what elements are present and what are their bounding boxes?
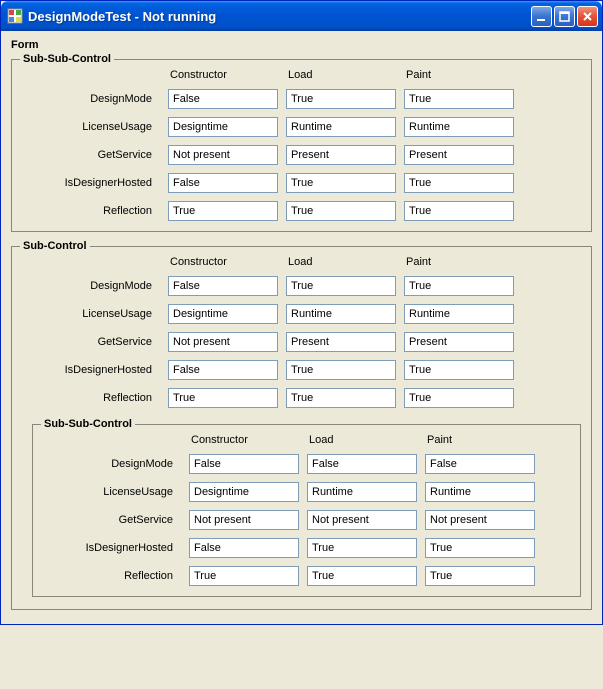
cell-input[interactable] [404, 145, 514, 165]
row-isdesignerhosted: IsDesignerHosted [41, 542, 181, 554]
cell-input[interactable] [425, 482, 535, 502]
cell-input[interactable] [286, 360, 396, 380]
window-title: DesignModeTest - Not running [28, 9, 531, 24]
group-title: Sub-Control [20, 240, 90, 252]
cell-input[interactable] [404, 89, 514, 109]
col-paint: Paint [425, 434, 535, 446]
cell-input[interactable] [404, 173, 514, 193]
cell-input[interactable] [404, 304, 514, 324]
row-reflection: Reflection [20, 205, 160, 217]
cell-input[interactable] [189, 566, 299, 586]
cell-input[interactable] [168, 145, 278, 165]
group-sub-control: Sub-Control Constructor Load Paint Desig… [11, 240, 592, 610]
cell-input[interactable] [286, 388, 396, 408]
cell-input[interactable] [189, 482, 299, 502]
window-buttons [531, 6, 598, 27]
row-isdesignerhosted: IsDesignerHosted [20, 177, 160, 189]
group-title: Sub-Sub-Control [20, 53, 114, 65]
col-load: Load [286, 256, 396, 268]
titlebar[interactable]: DesignModeTest - Not running [1, 1, 602, 31]
cell-input[interactable] [286, 201, 396, 221]
grid: Constructor Load Paint DesignMode Licens… [20, 256, 583, 408]
cell-input[interactable] [286, 304, 396, 324]
row-licenseusage: LicenseUsage [20, 308, 160, 320]
row-designmode: DesignMode [20, 93, 160, 105]
cell-input[interactable] [168, 304, 278, 324]
cell-input[interactable] [286, 89, 396, 109]
group-nested-sub-sub-control: Sub-Sub-Control Constructor Load Paint D… [32, 418, 581, 597]
cell-input[interactable] [307, 454, 417, 474]
cell-input[interactable] [286, 332, 396, 352]
cell-input[interactable] [404, 388, 514, 408]
cell-input[interactable] [189, 510, 299, 530]
cell-input[interactable] [189, 538, 299, 558]
cell-input[interactable] [189, 454, 299, 474]
cell-input[interactable] [168, 117, 278, 137]
cell-input[interactable] [425, 566, 535, 586]
row-reflection: Reflection [41, 570, 181, 582]
cell-input[interactable] [404, 332, 514, 352]
col-constructor: Constructor [168, 69, 278, 81]
cell-input[interactable] [404, 201, 514, 221]
row-isdesignerhosted: IsDesignerHosted [20, 364, 160, 376]
window-chrome: DesignModeTest - Not running Form Sub-Su… [0, 0, 603, 625]
cell-input[interactable] [168, 276, 278, 296]
maximize-button[interactable] [554, 6, 575, 27]
col-load: Load [307, 434, 417, 446]
cell-input[interactable] [404, 276, 514, 296]
group-title: Sub-Sub-Control [41, 418, 135, 430]
row-getservice: GetService [20, 149, 160, 161]
minimize-button[interactable] [531, 6, 552, 27]
app-icon [7, 8, 23, 24]
cell-input[interactable] [168, 89, 278, 109]
cell-input[interactable] [168, 360, 278, 380]
col-constructor: Constructor [189, 434, 299, 446]
cell-input[interactable] [425, 510, 535, 530]
cell-input[interactable] [307, 566, 417, 586]
row-reflection: Reflection [20, 392, 160, 404]
cell-input[interactable] [168, 388, 278, 408]
row-licenseusage: LicenseUsage [41, 486, 181, 498]
grid: Constructor Load Paint DesignMode Licens… [20, 69, 583, 221]
cell-input[interactable] [425, 538, 535, 558]
cell-input[interactable] [168, 201, 278, 221]
close-button[interactable] [577, 6, 598, 27]
col-constructor: Constructor [168, 256, 278, 268]
row-getservice: GetService [41, 514, 181, 526]
cell-input[interactable] [168, 332, 278, 352]
cell-input[interactable] [168, 173, 278, 193]
row-designmode: DesignMode [41, 458, 181, 470]
cell-input[interactable] [286, 117, 396, 137]
col-paint: Paint [404, 69, 514, 81]
row-designmode: DesignMode [20, 280, 160, 292]
cell-input[interactable] [404, 117, 514, 137]
grid: Constructor Load Paint DesignMode Licens… [41, 434, 572, 586]
row-getservice: GetService [20, 336, 160, 348]
cell-input[interactable] [307, 510, 417, 530]
group-sub-sub-control: Sub-Sub-Control Constructor Load Paint D… [11, 53, 592, 232]
cell-input[interactable] [307, 482, 417, 502]
row-licenseusage: LicenseUsage [20, 121, 160, 133]
col-load: Load [286, 69, 396, 81]
cell-input[interactable] [286, 173, 396, 193]
cell-input[interactable] [286, 145, 396, 165]
cell-input[interactable] [425, 454, 535, 474]
form-label: Form [11, 39, 596, 51]
cell-input[interactable] [404, 360, 514, 380]
col-paint: Paint [404, 256, 514, 268]
cell-input[interactable] [286, 276, 396, 296]
client-area: Form Sub-Sub-Control Constructor Load Pa… [1, 31, 602, 624]
cell-input[interactable] [307, 538, 417, 558]
